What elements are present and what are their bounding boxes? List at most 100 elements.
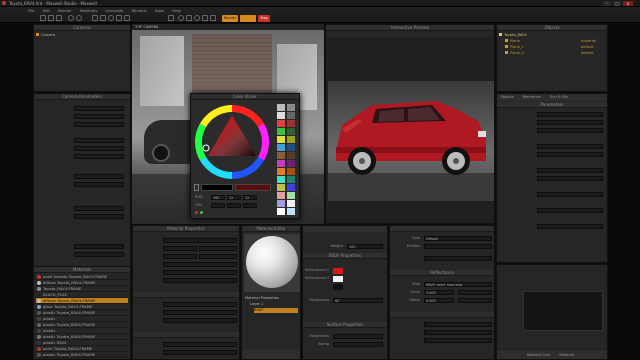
mp-field-12[interactable] (163, 342, 237, 347)
mp-field-1[interactable] (163, 238, 237, 243)
right-field-10[interactable] (537, 224, 603, 229)
map-field-3[interactable] (424, 330, 492, 335)
menu-generate[interactable]: Generate (106, 8, 124, 13)
swatch[interactable] (277, 120, 285, 127)
material-list-item[interactable]: plastic Toyota_RAV4-FRAME (36, 352, 128, 358)
menu-tools[interactable]: Tools (155, 8, 164, 13)
swatch[interactable] (277, 160, 285, 167)
emitter-field[interactable] (424, 244, 492, 249)
light-icon[interactable] (168, 15, 174, 21)
right-field-6[interactable] (537, 168, 603, 173)
scene-tree-item[interactable]: Toyota_RAV4 (499, 33, 599, 38)
tab-objects[interactable]: Objects (500, 95, 514, 99)
right-field-3[interactable] (537, 128, 603, 133)
swatch[interactable] (277, 176, 285, 183)
menu-help[interactable]: Help (172, 8, 181, 13)
reflectance0-swatch[interactable] (333, 268, 343, 274)
offset-field-2[interactable] (458, 298, 492, 303)
render-button[interactable]: Render (222, 15, 238, 22)
cam-param-11[interactable] (74, 244, 124, 249)
layer-tree-material[interactable]: Material Properties (245, 296, 299, 301)
tab-material-tree[interactable]: Material Tree (527, 353, 550, 357)
open-icon[interactable] (48, 15, 54, 21)
offset-field[interactable]: 0.000 (424, 298, 454, 303)
roughness-field[interactable]: 60 (333, 298, 383, 303)
mp-field-3[interactable] (199, 246, 237, 251)
h-field[interactable] (211, 203, 225, 208)
move-icon[interactable] (100, 15, 106, 21)
cam-param-1[interactable] (74, 106, 124, 111)
stop-button[interactable]: Stop (258, 15, 270, 22)
swatch[interactable] (287, 104, 295, 111)
right-field-9[interactable] (537, 208, 603, 213)
swatch[interactable] (287, 160, 295, 167)
swatch[interactable] (277, 104, 285, 111)
mp-field-2[interactable] (163, 246, 197, 251)
zoom-icon[interactable] (194, 15, 200, 21)
mp-field-9[interactable] (163, 302, 237, 307)
scene-tree-item[interactable]: Plane_2 default (505, 51, 605, 56)
swatch[interactable] (287, 184, 295, 191)
layer-tree-bsdf[interactable]: BSDF (254, 308, 298, 313)
mp-field-10[interactable] (163, 310, 237, 315)
menu-render[interactable]: Render (58, 8, 72, 13)
swatch[interactable] (287, 192, 295, 199)
right-field-7[interactable] (537, 176, 603, 181)
v-field[interactable] (243, 203, 257, 208)
preview-render[interactable] (328, 81, 494, 201)
weight-field[interactable]: 100 (347, 244, 383, 249)
mp-field-7[interactable] (163, 270, 237, 275)
cam-param-5[interactable] (74, 146, 124, 151)
grid-icon[interactable] (202, 15, 208, 21)
map-field[interactable]: RAV4_paint_map.png (424, 282, 492, 287)
camera-item[interactable]: Camera (36, 33, 126, 38)
cam-param-3[interactable] (74, 122, 124, 127)
undo-icon[interactable] (68, 15, 74, 21)
scene-tree-item[interactable]: Plane_1 default (505, 45, 605, 50)
new-icon[interactable] (40, 15, 46, 21)
swatch[interactable] (287, 120, 295, 127)
right-field-5[interactable] (537, 152, 603, 157)
cam-param-6[interactable] (74, 154, 124, 159)
maximize-button[interactable]: □ (613, 1, 621, 6)
scene-tree-item[interactable]: Plane material (505, 39, 605, 44)
swatch[interactable] (277, 136, 285, 143)
rotate-icon[interactable] (108, 15, 114, 21)
type-field[interactable]: Diffuse (424, 236, 492, 241)
menu-edit[interactable]: Edit (43, 8, 50, 13)
cam-param-4[interactable] (74, 138, 124, 143)
scale-field[interactable]: 1.000 (424, 290, 454, 295)
mp-field-13[interactable] (163, 350, 237, 355)
swatch[interactable] (277, 168, 285, 175)
redo-icon[interactable] (76, 15, 82, 21)
extra-field[interactable] (424, 256, 492, 261)
swatch[interactable] (287, 144, 295, 151)
tab-sun-sky[interactable]: Sun & Sky (550, 95, 568, 99)
swatch[interactable] (277, 208, 285, 215)
save-icon[interactable] (56, 15, 62, 21)
reflectance90-swatch[interactable] (333, 276, 343, 282)
select-icon[interactable] (92, 15, 98, 21)
surface-roughness-field[interactable] (333, 334, 383, 339)
swatch[interactable] (277, 192, 285, 199)
cam-param-2[interactable] (74, 114, 124, 119)
b-field[interactable]: 12 (243, 195, 257, 200)
swatch[interactable] (287, 128, 295, 135)
right-field-4[interactable] (537, 144, 603, 149)
g-field[interactable]: 12 (227, 195, 241, 200)
mp-field-4[interactable] (163, 254, 197, 259)
r-field[interactable]: 180 (211, 195, 225, 200)
swatch[interactable] (287, 168, 295, 175)
map-field-4[interactable] (424, 338, 492, 343)
swatch[interactable] (277, 152, 285, 159)
pause-button[interactable] (240, 15, 256, 22)
swatch[interactable] (287, 208, 295, 215)
cam-param-7[interactable] (74, 174, 124, 179)
mp-field-6[interactable] (163, 262, 237, 267)
swatch[interactable] (287, 112, 295, 119)
swatch[interactable] (287, 176, 295, 183)
scale-field-2[interactable] (458, 290, 492, 295)
s-field[interactable] (227, 203, 241, 208)
swatch[interactable] (277, 144, 285, 151)
cam-param-9[interactable] (74, 206, 124, 211)
